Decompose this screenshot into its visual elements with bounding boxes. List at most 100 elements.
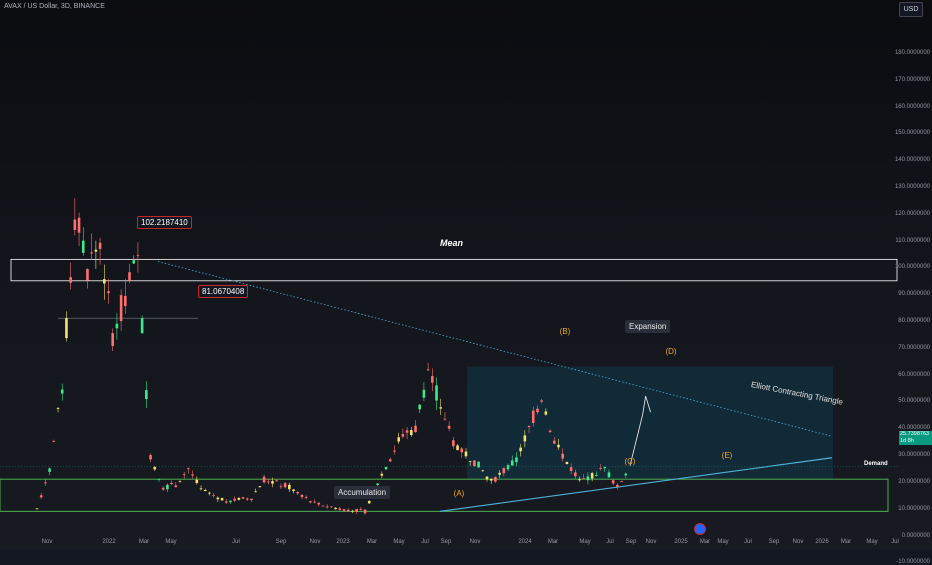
candle-body bbox=[283, 483, 287, 488]
candle-body bbox=[355, 508, 358, 512]
candle-body bbox=[464, 451, 468, 457]
candle-body bbox=[136, 255, 140, 257]
time-tick-label: Jul bbox=[232, 539, 240, 545]
candle-body bbox=[388, 459, 392, 462]
candle-body bbox=[426, 369, 430, 371]
time-tick-label: Nov bbox=[309, 539, 321, 545]
candle-body bbox=[195, 479, 199, 484]
symbol-title[interactable]: AVAX / US Dollar, 3D, BINANCE bbox=[4, 3, 105, 10]
time-tick-label: May bbox=[866, 539, 878, 545]
candle-body bbox=[60, 389, 64, 394]
candle-body bbox=[338, 508, 342, 510]
candle-body bbox=[124, 295, 127, 307]
candle-body bbox=[468, 461, 472, 462]
currency-label[interactable]: USD bbox=[899, 2, 923, 17]
candle-body bbox=[153, 467, 157, 470]
candle-body bbox=[435, 385, 438, 401]
time-tick-label: Sep bbox=[625, 539, 637, 545]
candle-body bbox=[69, 277, 72, 283]
price-chart[interactable] bbox=[0, 0, 932, 550]
candle-body bbox=[102, 279, 106, 284]
candle-body bbox=[81, 240, 85, 253]
current-price-badge: 25.7398763 1d 8h bbox=[899, 431, 932, 445]
candle-body bbox=[288, 484, 291, 490]
time-tick-label: Mar bbox=[840, 539, 852, 545]
candle-body bbox=[540, 400, 543, 402]
candle-body bbox=[565, 461, 569, 465]
candle-body bbox=[397, 437, 400, 442]
time-tick-label: 2023 bbox=[336, 539, 350, 545]
tradingview-logo-icon[interactable] bbox=[694, 523, 706, 535]
candle-body bbox=[258, 486, 262, 488]
time-tick-label: Sep bbox=[275, 539, 287, 545]
candle-body bbox=[250, 498, 253, 501]
candle-body bbox=[380, 473, 384, 476]
expansion-zone bbox=[467, 366, 833, 480]
expansion-label: Expansion bbox=[625, 320, 671, 333]
time-tick-label: Jul bbox=[421, 539, 429, 545]
candle-body bbox=[409, 430, 413, 436]
candle-body bbox=[212, 495, 215, 497]
countdown-value: 1d 8h bbox=[900, 438, 914, 444]
candle-body bbox=[443, 418, 447, 420]
candle-body bbox=[187, 468, 190, 470]
time-tick-label: Sep bbox=[440, 539, 452, 545]
candle-body bbox=[494, 476, 497, 482]
candle-body bbox=[334, 507, 337, 510]
price-tick-label: 150.0000000 bbox=[894, 130, 930, 137]
candle-body bbox=[145, 390, 148, 400]
wave-d-label: (D) bbox=[665, 347, 677, 356]
candle-body bbox=[489, 478, 493, 481]
candle-body bbox=[94, 249, 98, 252]
candle-body bbox=[48, 468, 51, 472]
candle-body bbox=[527, 425, 531, 428]
candle-body bbox=[590, 473, 594, 479]
price-tick-label: 170.0000000 bbox=[894, 76, 930, 83]
candle-body bbox=[254, 491, 257, 493]
candle-body bbox=[376, 483, 379, 486]
candle-body bbox=[52, 440, 56, 442]
time-tick-label: Nov bbox=[41, 539, 53, 545]
candle-body bbox=[418, 404, 422, 410]
candle-body bbox=[182, 474, 186, 476]
candle-body bbox=[552, 440, 556, 444]
time-tick-label: May bbox=[393, 539, 405, 545]
candle-body bbox=[595, 475, 598, 476]
candle-body bbox=[481, 470, 485, 472]
candle-body bbox=[548, 430, 552, 433]
candle-body bbox=[178, 481, 182, 483]
candle-body bbox=[245, 498, 249, 500]
candle-body bbox=[73, 219, 77, 231]
candle-body bbox=[44, 482, 47, 484]
accumulation-label: Accumulation bbox=[334, 486, 391, 499]
candle-body bbox=[611, 480, 615, 484]
price-tick-label: 30.0000000 bbox=[898, 452, 930, 459]
candle-body bbox=[233, 498, 236, 501]
candle-body bbox=[586, 476, 590, 481]
wave-b-label: (B) bbox=[559, 327, 571, 336]
candle-body bbox=[515, 457, 518, 463]
candle-body bbox=[220, 498, 224, 501]
candle-body bbox=[166, 484, 169, 490]
candle-body bbox=[208, 492, 211, 494]
candle-body bbox=[77, 217, 81, 233]
wave-e-label: (E) bbox=[721, 451, 733, 460]
candle-body bbox=[157, 478, 161, 480]
candle-body bbox=[132, 260, 136, 264]
time-tick-label: Mar bbox=[366, 539, 378, 545]
time-tick-label: May bbox=[579, 539, 591, 545]
mean-zone bbox=[10, 258, 898, 282]
candle-body bbox=[414, 425, 417, 433]
candle-body bbox=[578, 479, 581, 481]
chart-area[interactable]: AVAX / US Dollar, 3D, BINANCE USD 180.00… bbox=[0, 0, 932, 565]
time-tick-label: Mar bbox=[547, 539, 559, 545]
candle-body bbox=[35, 508, 39, 510]
candle-body bbox=[304, 496, 308, 498]
price-tick-label: 120.0000000 bbox=[894, 210, 930, 217]
wave-c-label: (C) bbox=[624, 457, 636, 466]
price-tick-label: 100.0000000 bbox=[894, 264, 930, 271]
price-tick-label: 20.0000000 bbox=[898, 478, 930, 485]
time-tick-label: Jul bbox=[891, 539, 899, 545]
price-tick-label: 130.0000000 bbox=[894, 183, 930, 190]
wave-a-label: (A) bbox=[453, 489, 465, 498]
